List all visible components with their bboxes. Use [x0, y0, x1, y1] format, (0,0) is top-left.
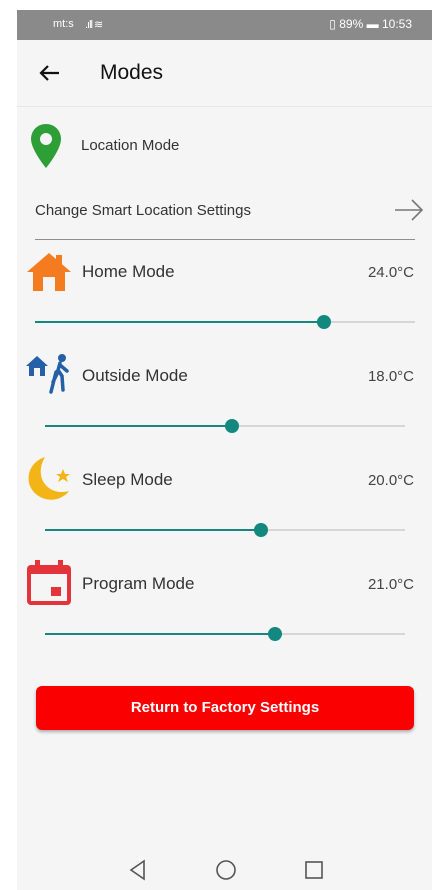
nav-back-icon[interactable] — [126, 858, 150, 882]
outside-mode-slider[interactable] — [45, 418, 405, 434]
slider-thumb[interactable] — [316, 315, 331, 329]
clock: 10:53 — [381, 17, 412, 31]
home-mode-temp: 24.0°C — [367, 264, 414, 281]
carrier-label: mt:s — [53, 18, 74, 30]
slider-fill — [45, 425, 233, 427]
outside-mode-temp: 18.0°C — [367, 368, 414, 385]
return-to-factory-settings-button[interactable]: Return to Factory Settings — [36, 686, 414, 730]
program-mode-label: Program Mode — [82, 574, 195, 593]
program-mode-temp: 21.0°C — [367, 576, 414, 593]
slider-thumb[interactable] — [225, 419, 240, 433]
sleep-mode-slider[interactable] — [45, 522, 405, 538]
slider-thumb[interactable] — [254, 523, 268, 537]
house-icon — [27, 253, 71, 291]
nav-recents-icon[interactable] — [302, 858, 326, 882]
arrow-left-icon[interactable] — [35, 58, 65, 88]
outside-mode-label: Outside Mode — [82, 366, 188, 385]
slider-thumb[interactable] — [268, 627, 283, 641]
arrow-right-icon[interactable] — [393, 197, 425, 223]
program-mode-slider[interactable] — [45, 626, 405, 642]
status-bar: mt:s .ıll ≋ ▯ 89% ▬ 10:53 — [17, 10, 432, 40]
slider-fill — [45, 529, 261, 531]
moon-star-icon — [28, 457, 70, 500]
change-location-settings-row[interactable]: Change Smart Location Settings — [17, 195, 432, 243]
location-pin-icon — [31, 124, 61, 168]
battery-percent: 89% — [339, 17, 364, 31]
house-person-walking-icon — [26, 354, 69, 394]
home-mode-slider[interactable] — [35, 314, 415, 330]
divider — [35, 239, 415, 240]
sleep-mode-temp: 20.0°C — [367, 472, 414, 489]
sleep-mode-label: Sleep Mode — [82, 470, 173, 489]
battery-icon: ▬ — [366, 17, 379, 31]
home-mode-label: Home Mode — [82, 262, 175, 281]
location-mode-label: Location Mode — [81, 137, 180, 154]
vibrate-icon: ▯ — [329, 17, 336, 31]
slider-fill — [45, 633, 276, 635]
status-right: ▯ 89% ▬ 10:53 — [329, 17, 412, 31]
calendar-icon — [27, 560, 71, 605]
page-title: Modes — [100, 61, 164, 84]
app-bar: Modes — [17, 40, 432, 107]
nav-home-icon[interactable] — [214, 858, 238, 882]
signal-wifi-icon: .ıll ≋ — [85, 19, 103, 31]
change-location-settings-label: Change Smart Location Settings — [35, 202, 251, 219]
system-nav-bar — [17, 850, 432, 890]
phone-screen: mt:s .ıll ≋ ▯ 89% ▬ 10:53 Modes Location… — [17, 10, 432, 890]
slider-fill — [35, 321, 324, 323]
